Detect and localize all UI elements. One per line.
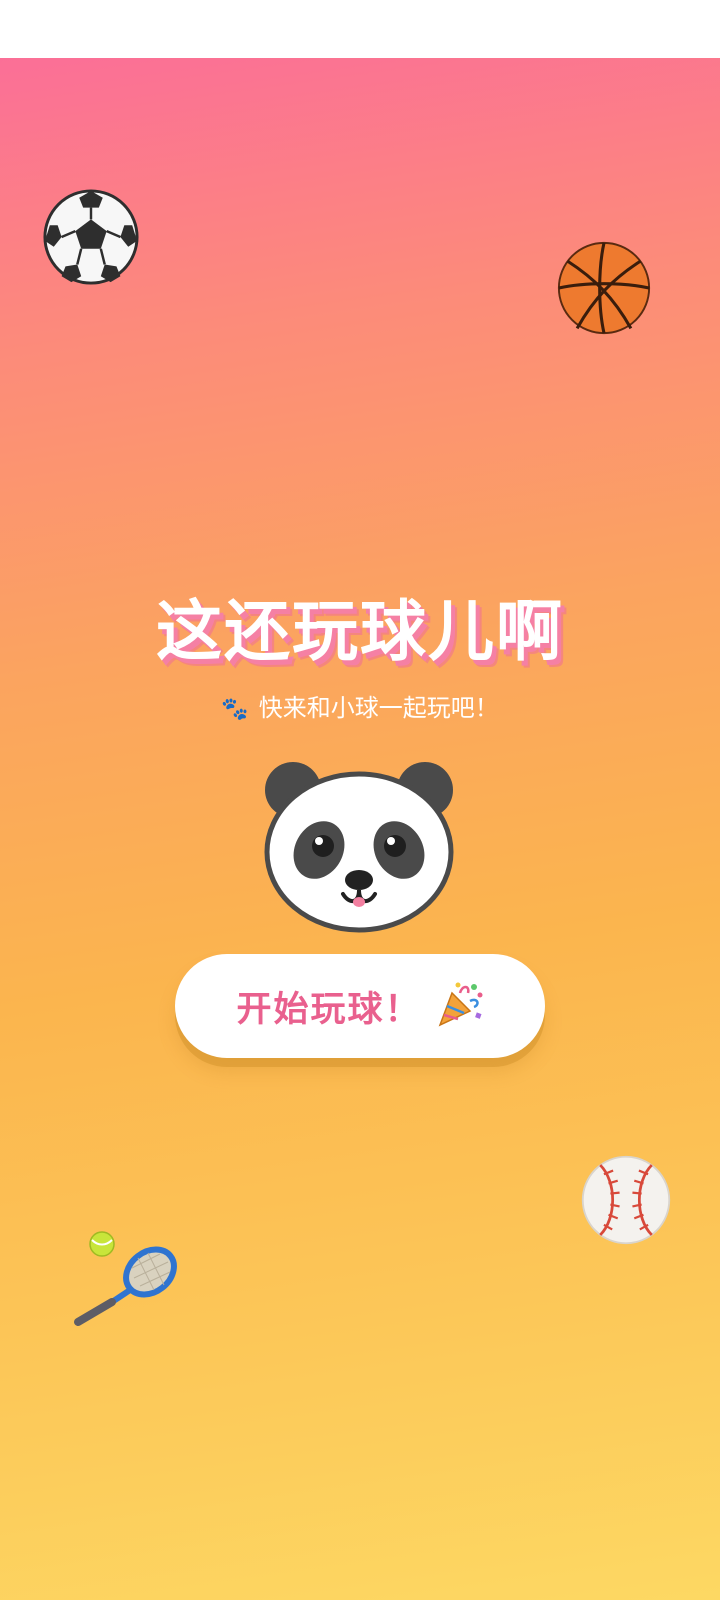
party-popper-icon xyxy=(434,979,484,1033)
app-title: 这还玩球儿啊 xyxy=(156,593,564,670)
soccer-ball-icon xyxy=(42,188,140,286)
paw-prints-icon: 🐾 xyxy=(221,697,249,722)
baseball-icon xyxy=(580,1154,672,1246)
start-game-button[interactable]: 开始玩球！ xyxy=(175,954,545,1058)
basketball-icon xyxy=(556,240,652,336)
subtitle: 🐾 快来和小球一起玩吧！ xyxy=(0,688,720,723)
start-button-label: 开始玩球！ xyxy=(236,989,422,1030)
subtitle-text: 快来和小球一起玩吧！ xyxy=(258,694,499,722)
splash-screen: 这还玩球儿啊 🐾 快来和小球一起玩吧！ 开始玩球！ xyxy=(0,58,720,1600)
panda-mascot xyxy=(263,754,455,938)
tennis-racket-icon xyxy=(68,1228,184,1328)
status-bar-area xyxy=(0,0,720,58)
